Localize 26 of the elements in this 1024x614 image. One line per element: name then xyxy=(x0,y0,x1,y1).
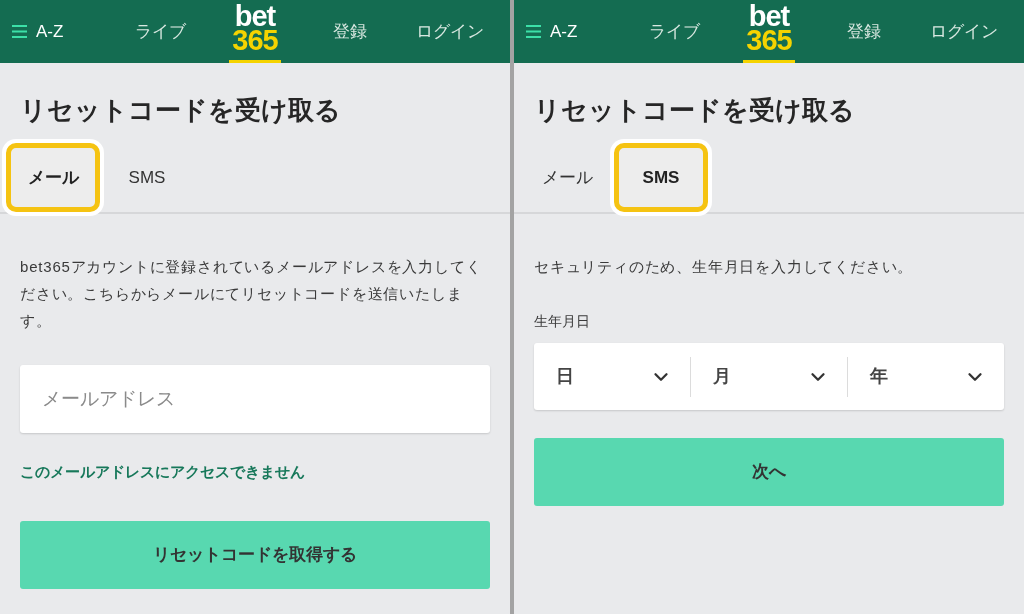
tab[interactable]: メール xyxy=(520,143,614,212)
nav-link[interactable]: ライブ xyxy=(648,15,700,48)
nav-link[interactable]: 登録 xyxy=(847,15,881,48)
nav-link[interactable]: ログイン xyxy=(416,15,484,48)
menu-icon xyxy=(526,25,541,38)
nav-link[interactable]: ライブ xyxy=(134,15,186,48)
help-link[interactable]: このメールアドレスにアクセスできません xyxy=(20,461,305,483)
page-title: リセットコードを受け取る xyxy=(20,94,342,127)
submit-button[interactable]: 次へ xyxy=(534,438,1004,506)
date-select[interactable]: 月 xyxy=(691,343,847,410)
email-field[interactable]: メールアドレス xyxy=(20,365,490,433)
instruction-text: セキュリティのため、生年月日を入力してください。 xyxy=(534,257,915,277)
date-select[interactable]: 年 xyxy=(848,343,1004,410)
nav-link[interactable]: ログイン xyxy=(930,15,998,48)
menu-button[interactable]: A-Z xyxy=(526,15,578,48)
logo[interactable]: bet 365 xyxy=(743,0,795,63)
nav-link[interactable]: 登録 xyxy=(333,15,367,48)
date-select[interactable]: 日 xyxy=(534,343,690,410)
tab[interactable]: SMS xyxy=(100,143,194,212)
page-title: リセットコードを受け取る xyxy=(534,94,856,127)
menu-button[interactable]: A-Z xyxy=(12,15,64,48)
logo[interactable]: bet 365 xyxy=(229,0,281,63)
instruction-text: bet365アカウントに登録されているメールアドレスを入力してください。こちらからメールにてリセットコードを送信いたします。 xyxy=(20,257,483,331)
submit-button[interactable]: リセットコードを取得する xyxy=(20,521,490,589)
menu-icon xyxy=(12,25,27,38)
field-label: 生年月日 xyxy=(534,312,591,331)
